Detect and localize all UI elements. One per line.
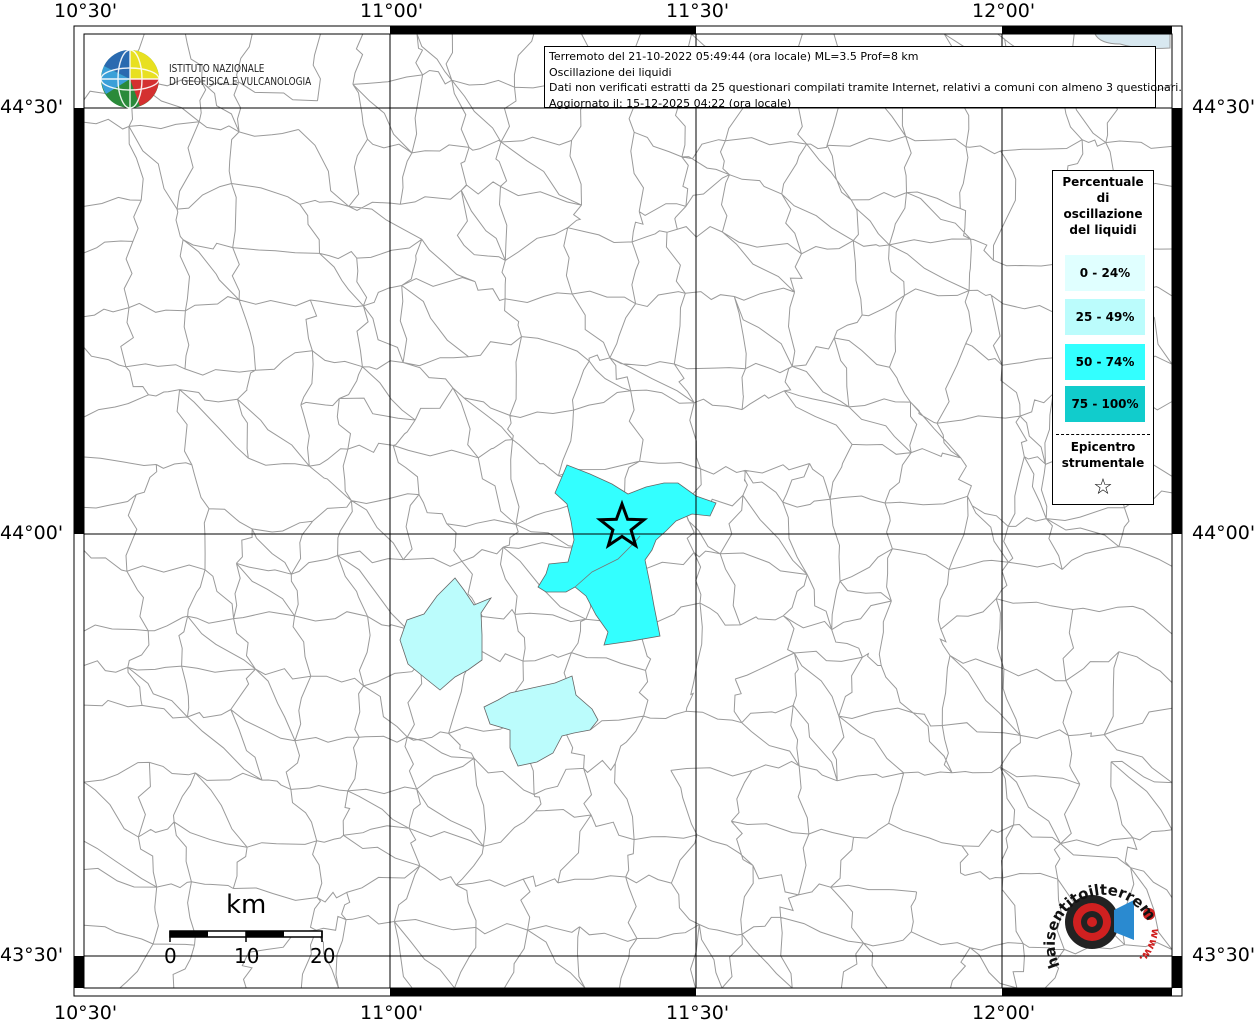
legend-star-icon: ☆	[1093, 475, 1113, 500]
bottom-tick-label: 11°00'	[360, 1002, 424, 1024]
legend-class-3: 75 - 100%	[1065, 386, 1145, 422]
map-legend: Percentuale di oscillazione del liquidi …	[1052, 170, 1154, 505]
ingv-globe-icon	[100, 49, 160, 109]
legend-epicenter-text: Epicentro strumentale	[1061, 440, 1145, 470]
scale-label-0: 0	[164, 944, 177, 968]
ingv-name-line1: ISTITUTO NAZIONALE	[169, 62, 265, 75]
ingv-name: ISTITUTO NAZIONALE DI GEOFISICA E VULCAN…	[169, 62, 311, 88]
scale-label-10: 10	[234, 944, 260, 968]
left-tick-label: 44°30'	[0, 96, 64, 118]
scale-label-20: 20	[310, 944, 336, 968]
event-title: Terremoto del 21-10-2022 05:49:44 (ora l…	[549, 50, 919, 63]
legend-class-1: 25 - 49%	[1065, 299, 1145, 335]
legend-epicenter-label: Epicentro strumentale	[1053, 439, 1153, 471]
data-note: Dati non verificati estratti da 25 quest…	[549, 81, 1182, 94]
right-tick-label: 44°00'	[1192, 522, 1256, 544]
legend-title: Percentuale di oscillazione del liquidi	[1053, 174, 1153, 238]
left-tick-label: 43°30'	[0, 944, 64, 966]
hst-logo-icon: haisentitoilterremoto.it www.	[1030, 866, 1162, 971]
top-tick-label: 11°30'	[666, 0, 730, 22]
left-tick-label: 44°00'	[0, 522, 64, 544]
svg-text:www.: www.	[1136, 928, 1162, 966]
legend-class-2: 50 - 74%	[1065, 344, 1145, 380]
ingv-name-line2: DI GEOFISICA E VULCANOLOGIA	[169, 75, 312, 88]
hst-logo-url: www.	[1136, 928, 1162, 966]
bottom-tick-label: 12°00'	[972, 1002, 1036, 1024]
right-tick-label: 44°30'	[1192, 96, 1256, 118]
bottom-tick-label: 11°30'	[666, 1002, 730, 1024]
scale-unit: km	[226, 890, 267, 920]
right-tick-label: 43°30'	[1192, 944, 1256, 966]
map-subject: Oscillazione dei liquidi	[549, 65, 672, 79]
bottom-tick-label: 10°30'	[54, 1002, 118, 1024]
legend-class-0: 0 - 24%	[1065, 255, 1145, 291]
legend-separator	[1056, 434, 1150, 435]
top-tick-label: 12°00'	[972, 0, 1036, 22]
update-time: Aggiornato il: 15-12-2025 04:22 (ora loc…	[549, 96, 792, 110]
event-info-box: Terremoto del 21-10-2022 05:49:44 (ora l…	[544, 46, 1182, 110]
legend-title-text: Percentuale di oscillazione del liquidi	[1062, 175, 1144, 237]
top-tick-label: 11°00'	[360, 0, 424, 22]
top-tick-label: 10°30'	[54, 0, 118, 22]
